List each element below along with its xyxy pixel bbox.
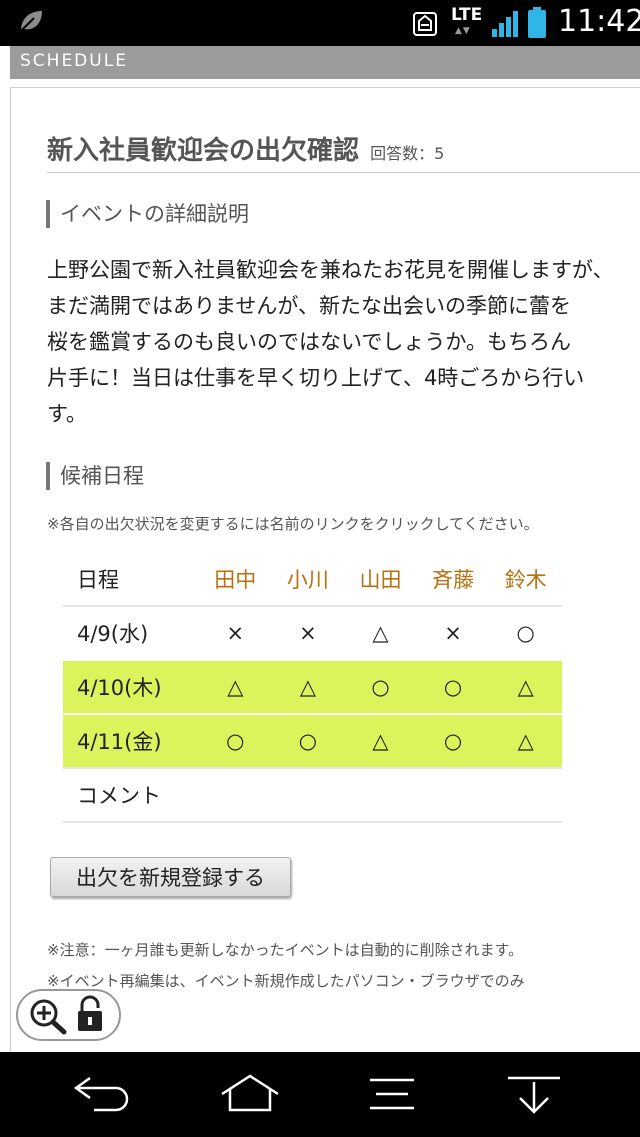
answer-count: 回答数：5	[370, 144, 445, 163]
person-link[interactable]: 田中	[199, 553, 272, 606]
table-row-highlighted: 4/10(木) △ △ ○ ○ △	[63, 659, 562, 714]
signal-icon	[492, 11, 518, 37]
comment-label: コメント	[63, 767, 199, 823]
date-cell: 4/10(木)	[63, 659, 199, 714]
zoom-in-icon[interactable]	[28, 997, 68, 1035]
schedule-note: ※各自の出欠状況を変更するには名前のリンクをクリックしてください。	[47, 515, 539, 533]
date-cell: 4/11(金)	[63, 713, 199, 768]
register-attendance-button[interactable]: 出欠を新規登録する	[50, 857, 291, 897]
person-link[interactable]: 斉藤	[417, 553, 490, 606]
answer-cell: ○	[416, 713, 490, 768]
event-title: 新入社員歓迎会の出欠確認	[47, 136, 360, 166]
answer-cell: ×	[416, 605, 490, 660]
table-header-row: 日程 田中 小川 山田 斉藤 鈴木	[63, 553, 562, 606]
schedule-table: 日程 田中 小川 山田 斉藤 鈴木 4/9(水) × × △ × ○ 4/10(…	[63, 553, 562, 823]
clock: 11:42	[558, 4, 640, 39]
zoom-lock-control[interactable]	[16, 989, 121, 1041]
table-row-highlighted: 4/11(金) ○ ○ △ ○ △	[63, 713, 562, 768]
answer-cell: △	[199, 659, 272, 714]
event-title-row: 新入社員歓迎会の出欠確認 回答数：5	[47, 130, 640, 167]
answer-cell: △	[271, 659, 345, 714]
footer-note: ※注意：一ヶ月誰も更新しなかったイベントは自動的に削除されます。	[47, 941, 524, 959]
answer-cell: △	[344, 713, 417, 768]
person-link[interactable]: 鈴木	[489, 553, 562, 606]
date-column-header: 日程	[77, 568, 119, 592]
title-divider	[47, 172, 640, 173]
sim-icon	[413, 12, 437, 36]
network-type-label: LTE	[451, 5, 483, 25]
event-description: 上野公園で新入社員歓迎会を兼ねたお花見を開催しますが、 まだ満開ではありませんが、…	[47, 252, 640, 432]
data-activity-icon: ▲▼	[455, 26, 471, 36]
schedule-header: SCHEDULE	[10, 46, 640, 79]
answer-cell: ○	[271, 713, 345, 768]
recent-apps-icon[interactable]	[504, 1072, 564, 1118]
description-line: す。	[47, 402, 87, 426]
detail-heading: イベントの詳細説明	[46, 200, 249, 228]
answer-cell: ○	[416, 659, 490, 714]
person-link[interactable]: 小川	[272, 553, 345, 606]
battery-icon	[528, 7, 546, 38]
leaf-icon	[20, 11, 42, 32]
comment-row: コメント	[63, 767, 562, 823]
navigation-bar	[0, 1052, 640, 1137]
home-icon[interactable]	[218, 1072, 282, 1116]
status-bar: LTE ▲▼ 11:42	[0, 0, 640, 46]
date-cell: 4/9(水)	[63, 605, 199, 660]
table-row: 4/9(水) × × △ × ○	[63, 605, 562, 660]
answer-cell: ○	[489, 605, 562, 660]
answer-cell: △	[489, 659, 562, 714]
description-line: 上野公園で新入社員歓迎会を兼ねたお花見を開催しますが、	[47, 258, 614, 282]
comment-cell	[199, 767, 562, 823]
answer-cell: ×	[271, 605, 345, 660]
description-line: 片手に！当日は仕事を早く切り上げて、4時ごろから行い	[47, 366, 585, 390]
header-label: SCHEDULE	[20, 51, 128, 71]
menu-icon[interactable]	[366, 1072, 418, 1116]
answer-cell: △	[344, 605, 417, 660]
footer-note: ※イベント再編集は、イベント新規作成したパソコン・ブラウザでのみ	[47, 972, 525, 990]
person-link[interactable]: 山田	[344, 553, 417, 606]
back-icon[interactable]	[72, 1072, 134, 1116]
answer-cell: ×	[199, 605, 272, 660]
description-line: 桜を鑑賞するのも良いのではないでしょうか。もちろん	[47, 330, 571, 354]
answer-cell: △	[489, 713, 562, 768]
description-line: まだ満開ではありませんが、新たな出会いの季節に蕾を	[47, 294, 571, 318]
lock-icon[interactable]	[74, 995, 106, 1033]
answer-cell: ○	[199, 713, 272, 768]
answer-cell: ○	[344, 659, 417, 714]
schedule-heading: 候補日程	[46, 462, 144, 490]
